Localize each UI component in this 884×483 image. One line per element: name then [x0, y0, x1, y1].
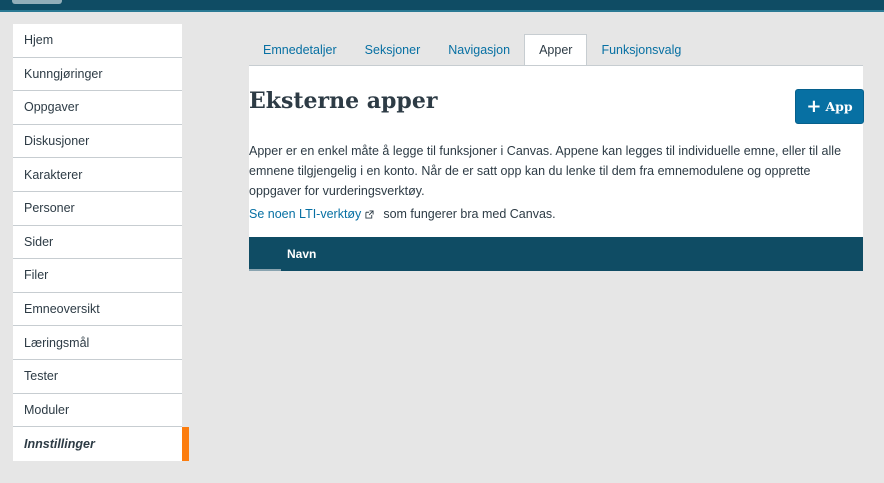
lti-tools-link[interactable]: Se noen LTI-verktøy	[249, 207, 361, 221]
external-apps-panel: Eksterne apper + App Apper er en enkel m…	[249, 65, 864, 271]
sidebar-item-tester[interactable]: Tester	[13, 360, 182, 394]
table-header-status	[249, 237, 281, 271]
sidebar-item-karakterer[interactable]: Karakterer	[13, 158, 182, 192]
sidebar-item-filer[interactable]: Filer	[13, 259, 182, 293]
sidebar-item-oppgaver[interactable]: Oppgaver	[13, 91, 182, 125]
sidebar-item-laeringsmal[interactable]: Læringsmål	[13, 326, 182, 360]
table-header-name[interactable]: Navn	[287, 237, 316, 271]
sidebar-item-personer[interactable]: Personer	[13, 192, 182, 226]
plus-icon: +	[806, 95, 822, 117]
sidebar-item-diskusjoner[interactable]: Diskusjoner	[13, 125, 182, 159]
logo[interactable]	[12, 0, 62, 4]
add-app-label: App	[825, 99, 853, 114]
sidebar-item-emneoversikt[interactable]: Emneoversikt	[13, 293, 182, 327]
sidebar-item-moduler[interactable]: Moduler	[13, 394, 182, 428]
lti-suffix-text: som fungerer bra med Canvas.	[383, 207, 556, 221]
tab-apper[interactable]: Apper	[524, 34, 588, 66]
sidebar-item-sider[interactable]: Sider	[13, 226, 182, 260]
settings-tabs: Emnedetaljer Seksjoner Navigasjon Apper …	[249, 34, 695, 66]
tab-emnedetaljer[interactable]: Emnedetaljer	[249, 34, 351, 65]
tab-seksjoner[interactable]: Seksjoner	[351, 34, 435, 65]
apps-description: Apper er en enkel måte å legge til funks…	[249, 144, 842, 198]
sidebar-item-innstillinger[interactable]: Innstillinger	[13, 427, 189, 461]
add-app-button[interactable]: + App	[795, 89, 864, 124]
lti-info: Se noen LTI-verktøy som fungerer bra med…	[249, 207, 556, 221]
sidebar-item-hjem[interactable]: Hjem	[13, 24, 182, 58]
page-title: Eksterne apper	[249, 88, 438, 114]
sidebar-item-kunngjoringer[interactable]: Kunngjøringer	[13, 58, 182, 92]
apps-table-header: Navn	[249, 237, 863, 271]
external-link-icon	[365, 209, 374, 219]
course-navigation: Hjem Kunngjøringer Oppgaver Diskusjoner …	[13, 24, 189, 461]
tab-funksjonsvalg[interactable]: Funksjonsvalg	[587, 34, 695, 65]
global-header	[0, 0, 884, 12]
tab-navigasjon[interactable]: Navigasjon	[434, 34, 524, 65]
